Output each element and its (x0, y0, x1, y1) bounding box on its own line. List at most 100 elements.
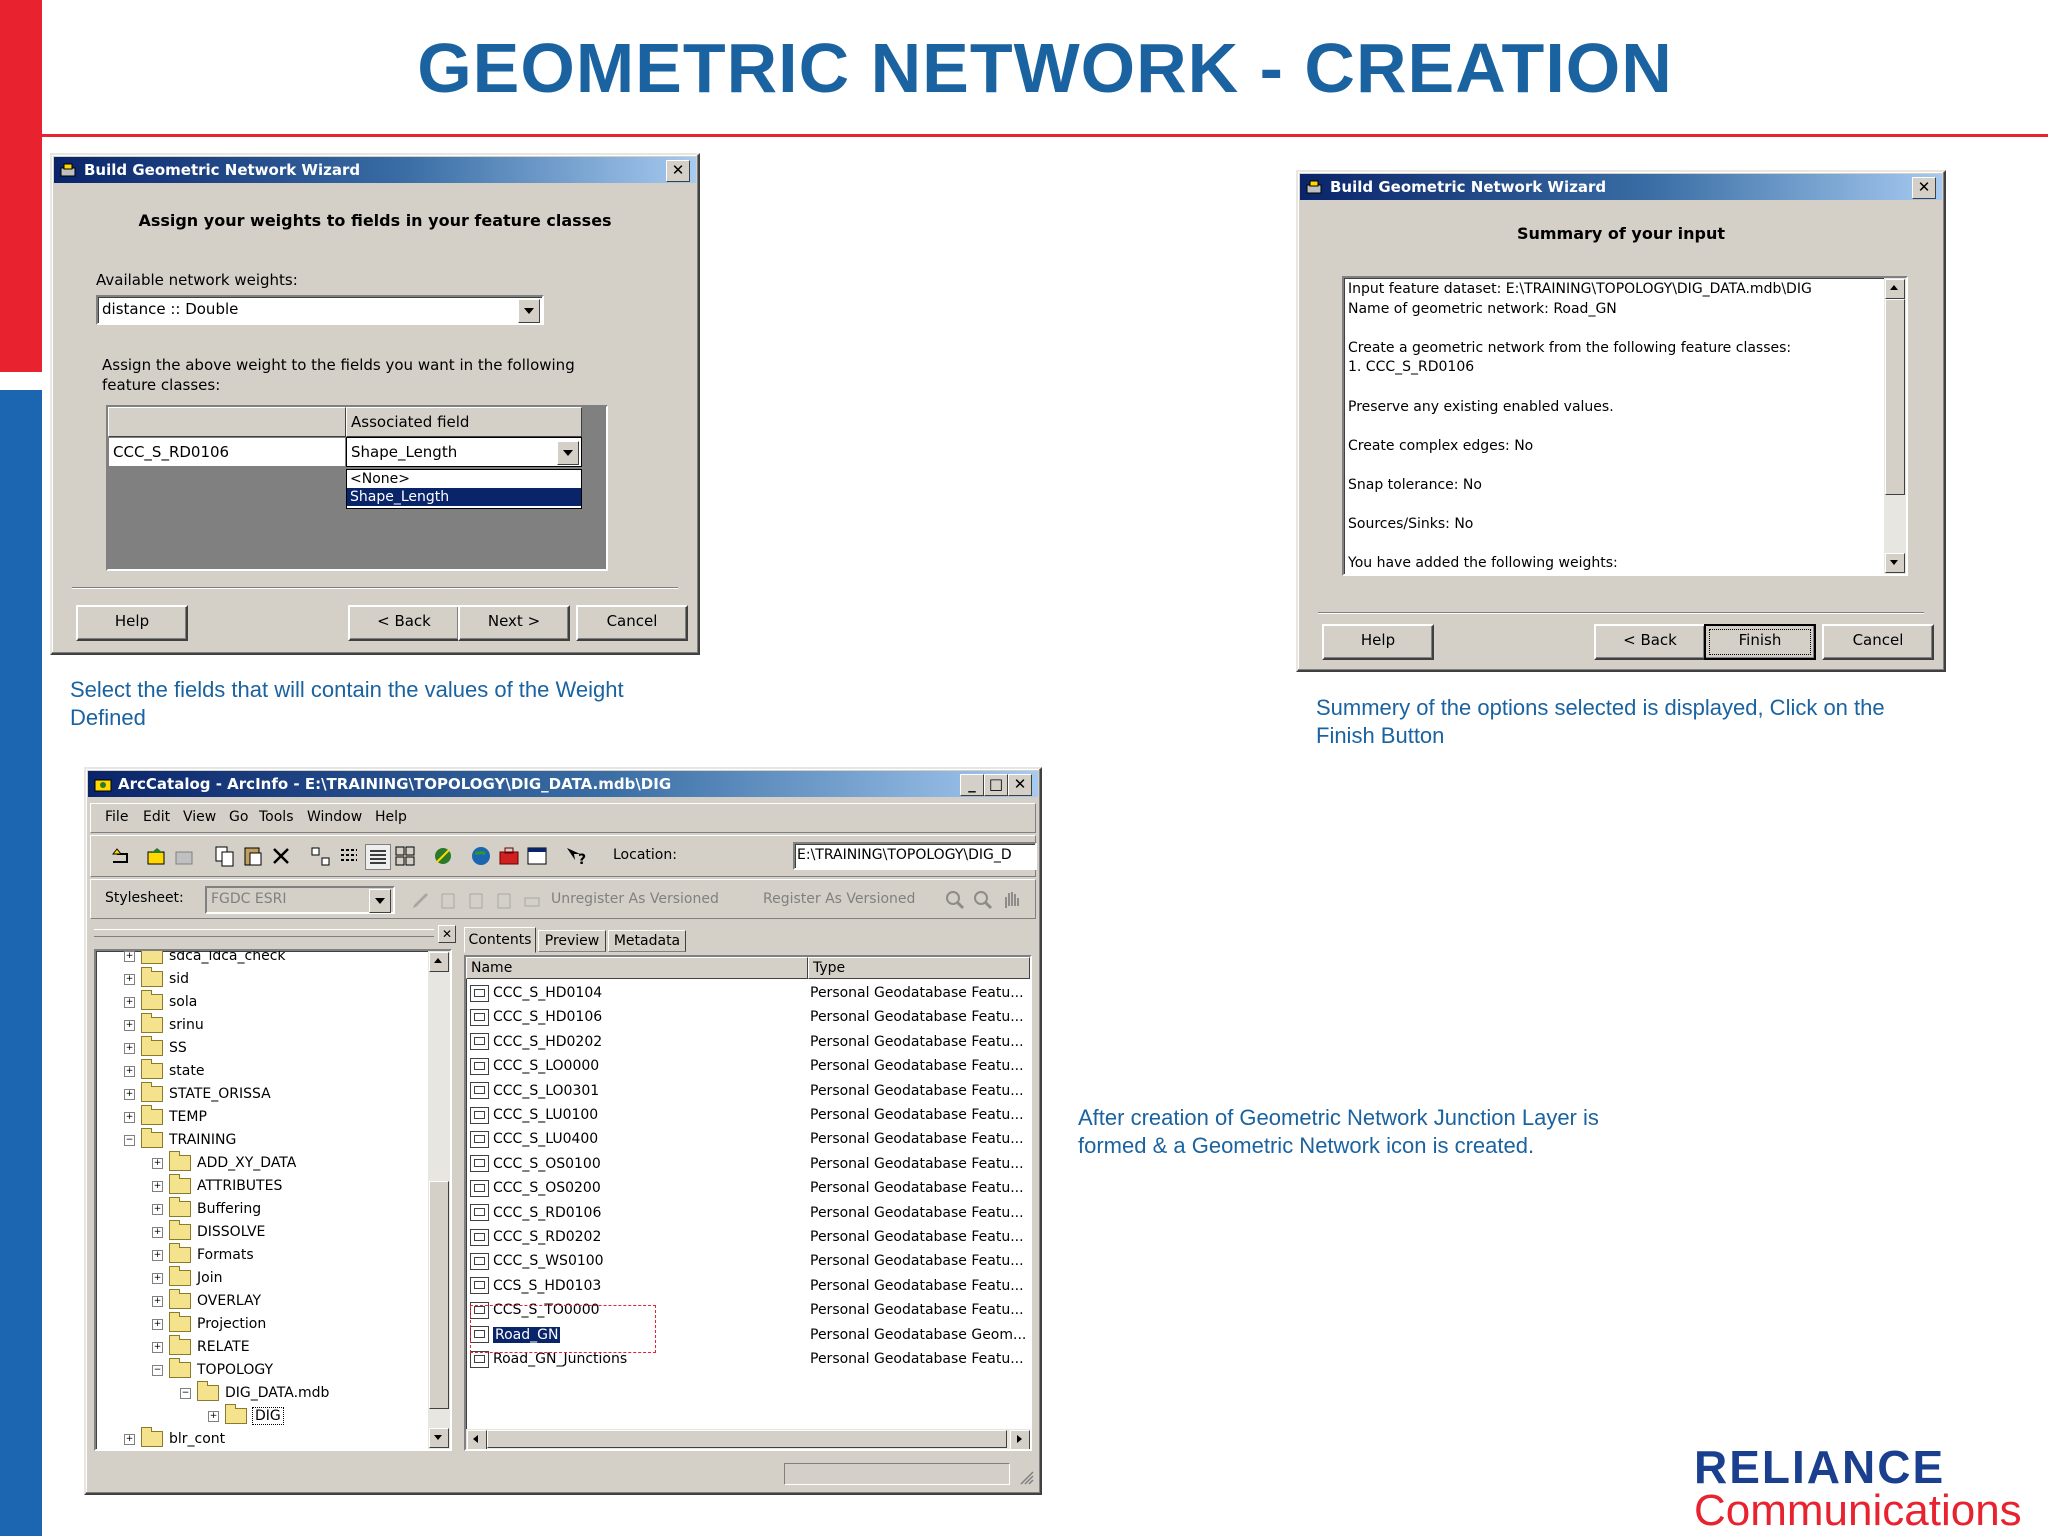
list-item[interactable]: CCC_S_WS0100 Personal Geodatabase Featu..… (470, 1249, 1026, 1273)
details-view-icon[interactable] (365, 844, 391, 870)
list-view-icon[interactable] (337, 844, 361, 868)
list-item[interactable]: CCC_S_RD0106 Personal Geodatabase Featu..… (470, 1201, 1026, 1225)
register-versioned-button[interactable]: Register As Versioned (763, 891, 915, 907)
list-item[interactable]: CCC_S_LU0100 Personal Geodatabase Featu..… (470, 1103, 1026, 1127)
scroll-thumb[interactable] (1885, 299, 1905, 495)
close-button[interactable]: ✕ (666, 160, 690, 182)
minimize-button[interactable]: _ (960, 774, 984, 796)
expand-icon[interactable]: + (152, 1180, 163, 1192)
expand-icon[interactable]: + (152, 1318, 163, 1330)
available-weights-select[interactable]: distance :: Double (96, 295, 544, 325)
menu-window[interactable]: Window (307, 809, 362, 825)
list-item[interactable]: CCC_S_OS0200 Personal Geodatabase Featu..… (470, 1176, 1026, 1200)
globe-icon[interactable] (469, 844, 493, 868)
back-button[interactable]: < Back (1594, 624, 1706, 660)
list-item[interactable]: CCC_S_OS0100 Personal Geodatabase Featu..… (470, 1152, 1026, 1176)
copy-icon[interactable] (213, 844, 237, 868)
scroll-left-arrow-icon[interactable] (467, 1430, 487, 1449)
tree-item[interactable]: + srinu (124, 1013, 204, 1037)
expand-icon[interactable]: + (152, 1272, 163, 1284)
tree-close-button[interactable]: ✕ (438, 925, 456, 943)
maximize-button[interactable]: □ (984, 774, 1008, 796)
tree-item[interactable]: − TRAINING (124, 1128, 236, 1152)
edit-metadata-icon[interactable] (409, 888, 433, 912)
tree-item[interactable]: + blr_cont (124, 1427, 225, 1449)
tree-item[interactable]: + DIG (208, 1404, 284, 1428)
tree-item[interactable]: + TEMP (124, 1105, 207, 1129)
thumbnails-view-icon[interactable] (393, 844, 417, 868)
tree-item[interactable]: + sid (124, 967, 189, 991)
help-button[interactable]: Help (1322, 624, 1434, 660)
tab-preview[interactable]: Preview (538, 930, 606, 952)
dropdown-option-shape-length[interactable]: Shape_Length (347, 488, 581, 506)
expand-icon[interactable]: + (124, 951, 135, 962)
help-button[interactable]: Help (76, 605, 188, 641)
list-item[interactable]: CCC_S_RD0202 Personal Geodatabase Featu..… (470, 1225, 1026, 1249)
unregister-versioned-button[interactable]: Unregister As Versioned (551, 891, 719, 907)
paste-icon[interactable] (241, 844, 265, 868)
collapse-icon[interactable]: − (124, 1134, 135, 1146)
expand-icon[interactable]: + (124, 996, 135, 1008)
collapse-icon[interactable]: − (152, 1364, 163, 1376)
connect-folder-icon[interactable] (145, 844, 169, 868)
tree-item[interactable]: + state (124, 1059, 204, 1083)
list-item[interactable]: CCS_S_HD0103 Personal Geodatabase Featu..… (470, 1274, 1026, 1298)
update-metadata-icon[interactable] (493, 888, 517, 912)
scroll-thumb[interactable] (487, 1430, 1007, 1448)
expand-icon[interactable]: + (124, 1065, 135, 1077)
tree-item[interactable]: + OVERLAY (152, 1289, 261, 1313)
command-line-icon[interactable] (525, 844, 549, 868)
cancel-button[interactable]: Cancel (1822, 624, 1934, 660)
tree-item[interactable]: + RELATE (152, 1335, 250, 1359)
summary-scrollbar[interactable] (1884, 278, 1906, 574)
chevron-down-icon[interactable] (518, 299, 540, 323)
tab-contents[interactable]: Contents (464, 927, 536, 953)
tree-item[interactable]: + ATTRIBUTES (152, 1174, 282, 1198)
collapse-icon[interactable]: − (180, 1387, 191, 1399)
large-icons-view-icon[interactable] (309, 844, 333, 868)
expand-icon[interactable]: + (124, 1111, 135, 1123)
scroll-down-arrow-icon[interactable] (429, 1428, 449, 1448)
tree-item[interactable]: + ADD_XY_DATA (152, 1151, 296, 1175)
close-button[interactable]: ✕ (1008, 774, 1032, 796)
list-item[interactable]: CCC_S_LO0000 Personal Geodatabase Featu..… (470, 1054, 1026, 1078)
associated-field-select[interactable]: Shape_Length (346, 437, 582, 467)
export-metadata-icon[interactable] (465, 888, 489, 912)
up-one-level-icon[interactable] (109, 844, 133, 868)
tree-item[interactable]: + Formats (152, 1243, 254, 1267)
cancel-button[interactable]: Cancel (576, 605, 688, 641)
tree-item[interactable]: + STATE_ORISSA (124, 1082, 271, 1106)
close-button[interactable]: ✕ (1912, 177, 1936, 199)
tree-item[interactable]: + sdca_ldca_check (124, 951, 286, 968)
list-item[interactable]: CCC_S_LU0400 Personal Geodatabase Featu..… (470, 1127, 1026, 1151)
list-item[interactable]: CCC_S_HD0104 Personal Geodatabase Featu..… (470, 981, 1026, 1005)
expand-icon[interactable]: + (152, 1203, 163, 1215)
menu-help[interactable]: Help (375, 809, 407, 825)
back-button[interactable]: < Back (348, 605, 460, 641)
list-item[interactable]: CCC_S_HD0106 Personal Geodatabase Featu..… (470, 1005, 1026, 1029)
scroll-down-arrow-icon[interactable] (1885, 553, 1905, 573)
tree-item[interactable]: − DIG_DATA.mdb (180, 1381, 329, 1405)
versioning-icon[interactable] (521, 888, 545, 912)
list-item[interactable]: CCC_S_LO0301 Personal Geodatabase Featu..… (470, 1079, 1026, 1103)
menu-edit[interactable]: Edit (143, 809, 170, 825)
wizard-summary-titlebar[interactable]: Build Geometric Network Wizard ✕ (1300, 174, 1942, 200)
scroll-up-arrow-icon[interactable] (1885, 279, 1905, 299)
expand-icon[interactable]: + (124, 1088, 135, 1100)
dropdown-option-none[interactable]: <None> (347, 470, 581, 488)
expand-icon[interactable]: + (124, 973, 135, 985)
launch-arcmap-icon[interactable] (431, 844, 455, 868)
stylesheet-select[interactable]: FGDC ESRI (205, 886, 395, 914)
expand-icon[interactable]: + (208, 1410, 219, 1422)
zoom-out-icon[interactable] (971, 888, 995, 912)
scroll-up-arrow-icon[interactable] (429, 952, 449, 972)
delete-icon[interactable] (269, 844, 293, 868)
menu-file[interactable]: File (105, 809, 128, 825)
import-metadata-icon[interactable] (437, 888, 461, 912)
chevron-down-icon[interactable] (557, 441, 579, 465)
expand-icon[interactable]: + (152, 1249, 163, 1261)
scroll-thumb[interactable] (429, 1181, 449, 1409)
resize-grip-icon[interactable] (1018, 1469, 1034, 1485)
menu-go[interactable]: Go (229, 809, 248, 825)
column-header-name[interactable]: Name (466, 957, 808, 979)
